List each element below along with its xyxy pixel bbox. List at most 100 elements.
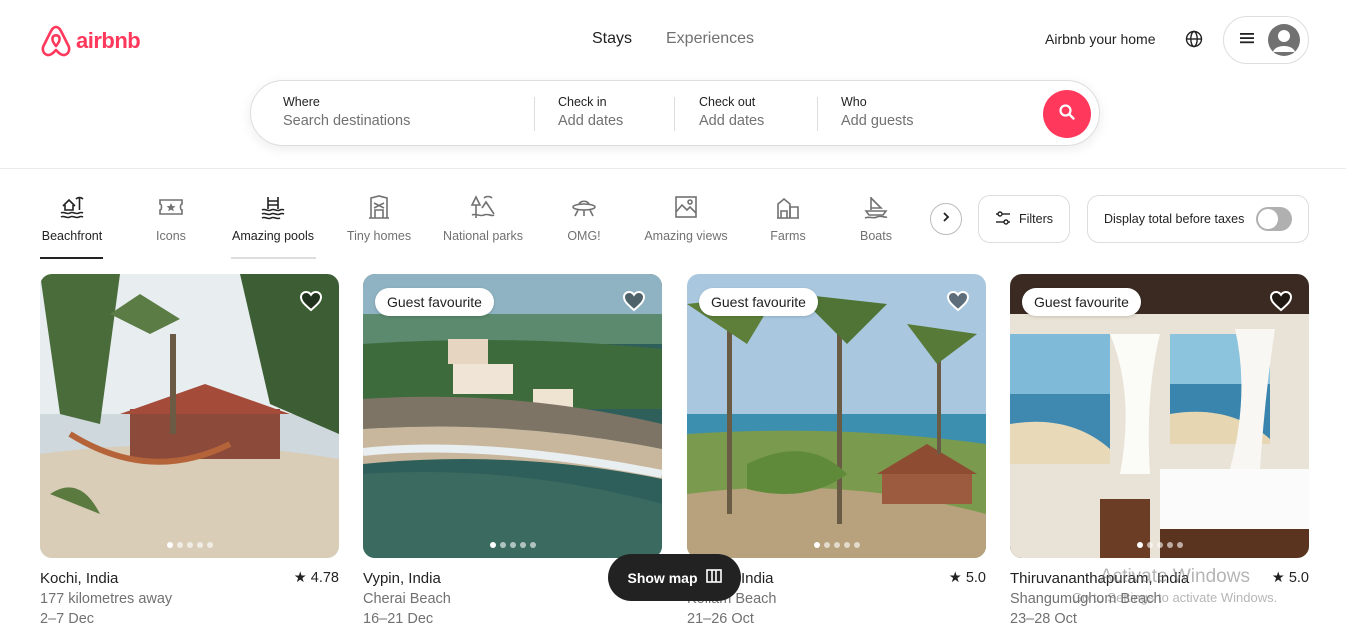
category-bar: Beachfront Icons Amazing pools Tiny home…: [0, 190, 930, 260]
farm-icon: [775, 190, 801, 224]
display-total-toggle-row[interactable]: Display total before taxes: [1087, 195, 1309, 243]
category-beachfront[interactable]: Beachfront: [40, 190, 104, 243]
toggle-knob: [1258, 209, 1278, 229]
category-label: Boats: [860, 229, 892, 243]
checkout-label: Check out: [699, 95, 756, 109]
taxes-toggle-switch[interactable]: [1256, 207, 1292, 231]
category-tiny-homes[interactable]: Tiny homes: [345, 190, 413, 243]
chevron-right-icon: [940, 210, 952, 228]
listing-location: 177 kilometres away: [40, 591, 173, 607]
category-national-parks[interactable]: National parks: [441, 190, 525, 243]
photo-carousel-dots: [687, 542, 986, 548]
guest-favourite-badge: Guest favourite: [375, 288, 494, 316]
search-divider: [817, 97, 818, 131]
airbnb-logo-icon: [41, 25, 71, 57]
search-divider: [674, 97, 675, 131]
filters-label: Filters: [1018, 212, 1054, 226]
categories-next-button[interactable]: [930, 203, 962, 235]
search-checkout[interactable]: Check out Add dates: [699, 95, 764, 129]
guest-favourite-badge: Guest favourite: [699, 288, 818, 316]
map-icon: [705, 569, 722, 586]
photo-carousel-dots: [363, 542, 662, 548]
listing-photo-image: [1010, 274, 1309, 558]
tiny-home-icon: [367, 190, 391, 224]
tab-experiences[interactable]: Experiences: [666, 30, 754, 48]
category-boats[interactable]: Boats: [858, 190, 894, 243]
show-map-button[interactable]: Show map: [608, 554, 741, 601]
category-active-underline: [40, 257, 103, 259]
category-farms[interactable]: Farms: [769, 190, 807, 243]
where-input[interactable]: Search destinations: [283, 113, 410, 129]
listing-card[interactable]: Kochi, India ★ 4.78 177 kilometres away …: [40, 274, 339, 627]
category-label: Amazing views: [644, 229, 728, 243]
search-button[interactable]: [1043, 90, 1091, 138]
top-header: airbnb Stays Experiences Airbnb your hom…: [0, 0, 1346, 169]
guest-favourite-badge: Guest favourite: [1022, 288, 1141, 316]
listing-dates: 23–28 Oct: [1010, 611, 1077, 627]
who-input[interactable]: Add guests: [841, 113, 914, 129]
photo-carousel-dots: [40, 542, 339, 548]
star-icon: ★: [948, 570, 962, 586]
listing-dates: 2–7 Dec: [40, 611, 95, 627]
listing-photo[interactable]: Guest favourite: [363, 274, 662, 558]
search-who[interactable]: Who Add guests: [841, 95, 914, 129]
category-label: OMG!: [567, 229, 601, 243]
category-amazing-views[interactable]: Amazing views: [642, 190, 730, 243]
listing-rating: ★ 5.0: [1272, 570, 1309, 586]
listing-dates: 21–26 Oct: [687, 611, 754, 627]
watermark-line1: Activate Windows: [1100, 566, 1250, 587]
heart-favorite-icon[interactable]: [622, 290, 646, 317]
rating-value: 4.78: [310, 570, 339, 586]
category-hover-underline: [231, 257, 316, 259]
show-map-label: Show map: [627, 569, 698, 586]
checkin-label: Check in: [558, 95, 607, 109]
where-label: Where: [283, 95, 320, 109]
search-icon: [1058, 103, 1076, 126]
airbnb-your-home-link[interactable]: Airbnb your home: [1045, 31, 1156, 47]
heart-favorite-icon[interactable]: [1269, 290, 1293, 317]
listing-photo-image: [687, 274, 986, 558]
heart-favorite-icon[interactable]: [299, 290, 323, 317]
rating-value: 5.0: [965, 570, 986, 586]
airbnb-logo[interactable]: airbnb: [40, 24, 141, 58]
profile-menu-button[interactable]: [1223, 16, 1309, 64]
listing-photo[interactable]: Guest favourite: [1010, 274, 1309, 558]
taxes-label: Display total before taxes: [1104, 212, 1245, 226]
search-bar: Where Search destinations Check in Add d…: [250, 80, 1100, 146]
brand-name: airbnb: [76, 28, 141, 53]
national-park-icon: [470, 190, 496, 224]
search-where[interactable]: Where Search destinations: [283, 95, 410, 129]
icons-ticket-icon: [158, 190, 184, 224]
category-label: Icons: [156, 229, 186, 243]
checkin-input[interactable]: Add dates: [558, 113, 623, 129]
windows-activation-watermark: Activate Windows Go to Settings to activ…: [1072, 566, 1277, 605]
checkout-input[interactable]: Add dates: [699, 113, 764, 129]
who-label: Who: [841, 95, 867, 109]
category-icons[interactable]: Icons: [148, 190, 194, 243]
category-amazing-pools[interactable]: Amazing pools: [229, 190, 317, 243]
search-checkin[interactable]: Check in Add dates: [558, 95, 623, 129]
listing-photo[interactable]: [40, 274, 339, 558]
listing-photo[interactable]: Guest favourite: [687, 274, 986, 558]
view-icon: [673, 190, 699, 224]
category-label: Beachfront: [41, 229, 103, 243]
watermark-line2: Go to Settings to activate Windows.: [1072, 590, 1278, 605]
category-omg[interactable]: OMG!: [565, 190, 603, 243]
globe-icon[interactable]: [1185, 30, 1203, 53]
category-label: Amazing pools: [232, 229, 314, 243]
listing-info: Kochi, India ★ 4.78 177 kilometres away …: [40, 570, 339, 627]
photo-carousel-dots: [1010, 542, 1309, 548]
user-avatar-icon: [1268, 24, 1300, 56]
filters-button[interactable]: Filters: [978, 195, 1070, 243]
listing-photo-image: [40, 274, 339, 558]
boat-icon: [863, 190, 889, 224]
ufo-icon: [571, 190, 597, 224]
tab-stays[interactable]: Stays: [592, 30, 632, 48]
heart-favorite-icon[interactable]: [946, 290, 970, 317]
rating-value: 5.0: [1288, 570, 1309, 586]
beachfront-icon: [59, 190, 85, 224]
search-divider: [534, 97, 535, 131]
star-icon: ★: [293, 570, 307, 586]
category-label: Tiny homes: [346, 229, 412, 243]
listing-rating: ★ 5.0: [949, 570, 986, 586]
